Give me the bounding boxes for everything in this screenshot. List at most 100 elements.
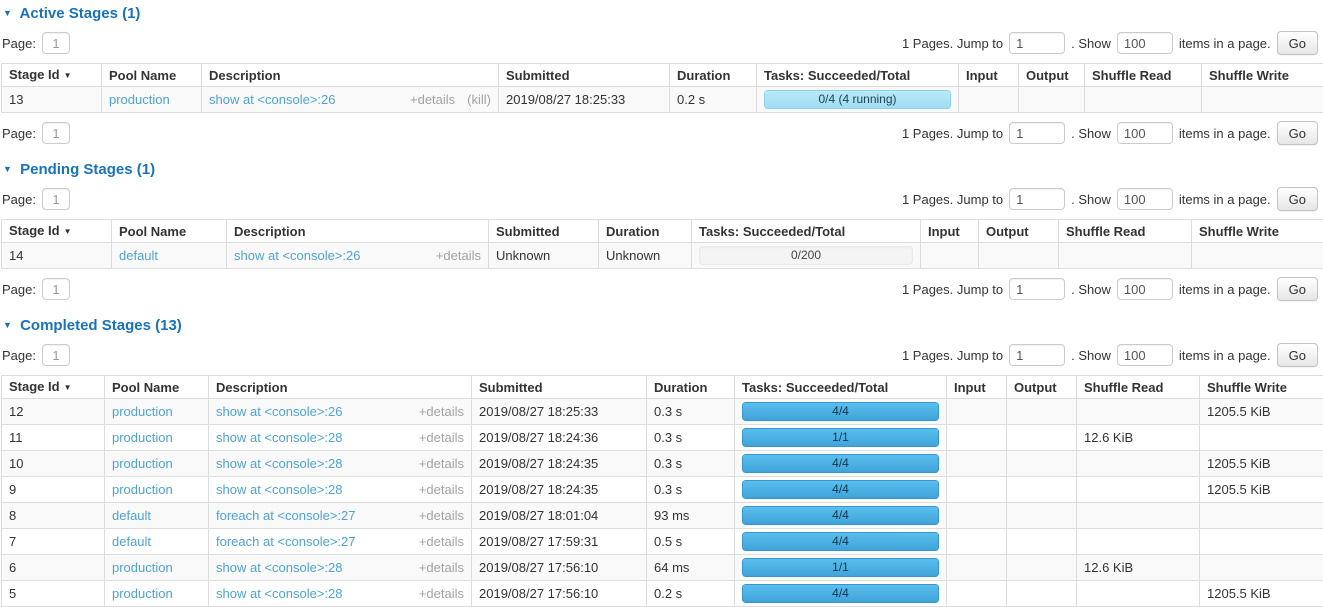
details-toggle[interactable]: +details — [419, 560, 464, 575]
page-number-input[interactable] — [42, 344, 70, 366]
section-header-completed-stages[interactable]: ▼ Completed Stages (13) — [3, 316, 1322, 335]
description-link[interactable]: show at <console>:28 — [216, 430, 342, 445]
pool-name-link[interactable]: default — [112, 534, 151, 549]
details-toggle[interactable]: +details — [410, 92, 455, 107]
pool-name-link[interactable]: production — [112, 456, 173, 471]
column-header-shuffle-write[interactable]: Shuffle Write — [1200, 376, 1323, 399]
page-label: Page: — [2, 36, 36, 51]
collapse-arrow-icon: ▼ — [3, 8, 12, 18]
column-header-label: Output — [1026, 68, 1069, 83]
shuffle-read-cell — [1077, 529, 1200, 555]
column-header-shuffle-read[interactable]: Shuffle Read — [1085, 64, 1202, 87]
go-button[interactable]: Go — [1277, 343, 1318, 367]
column-header-duration[interactable]: Duration — [647, 376, 735, 399]
column-header-stage-id[interactable]: Stage Id▼ — [2, 220, 112, 243]
column-header-input[interactable]: Input — [947, 376, 1007, 399]
description-link[interactable]: show at <console>:26 — [234, 248, 360, 263]
column-header-duration[interactable]: Duration — [599, 220, 692, 243]
description-link[interactable]: show at <console>:28 — [216, 456, 342, 471]
tasks-cell: 4/4 — [735, 477, 947, 503]
column-header-pool-name[interactable]: Pool Name — [105, 376, 209, 399]
column-header-shuffle-write[interactable]: Shuffle Write — [1202, 64, 1323, 87]
show-count-input[interactable] — [1117, 278, 1173, 300]
description-cell: foreach at <console>:27 +details — [209, 529, 472, 555]
page-number-input[interactable] — [42, 278, 70, 300]
pool-name-link[interactable]: production — [112, 586, 173, 601]
column-header-output[interactable]: Output — [1019, 64, 1085, 87]
go-button[interactable]: Go — [1277, 121, 1318, 145]
page-number-input[interactable] — [42, 122, 70, 144]
column-header-output[interactable]: Output — [1007, 376, 1077, 399]
show-count-input[interactable] — [1117, 344, 1173, 366]
description-link[interactable]: show at <console>:28 — [216, 586, 342, 601]
column-header-duration[interactable]: Duration — [670, 64, 757, 87]
pool-name-link[interactable]: production — [112, 560, 173, 575]
details-toggle[interactable]: +details — [419, 482, 464, 497]
show-text: . Show — [1071, 36, 1111, 51]
pool-name-link[interactable]: production — [112, 482, 173, 497]
description-link[interactable]: show at <console>:28 — [216, 482, 342, 497]
tasks-cell: 4/4 — [735, 529, 947, 555]
section-header-pending-stages[interactable]: ▼ Pending Stages (1) — [3, 160, 1322, 179]
pool-name-link[interactable]: production — [112, 430, 173, 445]
details-toggle[interactable]: +details — [436, 248, 481, 263]
details-toggle[interactable]: +details — [419, 456, 464, 471]
description-link[interactable]: foreach at <console>:27 — [216, 508, 356, 523]
go-button[interactable]: Go — [1277, 31, 1318, 55]
column-header-description[interactable]: Description — [209, 376, 472, 399]
details-toggle[interactable]: +details — [419, 404, 464, 419]
details-toggle[interactable]: +details — [419, 586, 464, 601]
description-link[interactable]: foreach at <console>:27 — [216, 534, 356, 549]
column-header-submitted[interactable]: Submitted — [499, 64, 670, 87]
page-number-input[interactable] — [42, 32, 70, 54]
jump-to-input[interactable] — [1009, 278, 1065, 300]
jump-to-input[interactable] — [1009, 344, 1065, 366]
jump-to-input[interactable] — [1009, 122, 1065, 144]
column-header-tasks-succeeded-total[interactable]: Tasks: Succeeded/Total — [757, 64, 959, 87]
description-link[interactable]: show at <console>:26 — [209, 92, 335, 107]
jump-to-input[interactable] — [1009, 32, 1065, 54]
pool-name-cell: default — [105, 529, 209, 555]
jump-to-input[interactable] — [1009, 188, 1065, 210]
pool-name-link[interactable]: production — [109, 92, 170, 107]
column-header-description[interactable]: Description — [202, 64, 499, 87]
submitted-cell: 2019/08/27 18:25:33 — [472, 399, 647, 425]
column-header-submitted[interactable]: Submitted — [489, 220, 599, 243]
column-header-input[interactable]: Input — [959, 64, 1019, 87]
page-number-input[interactable] — [42, 188, 70, 210]
section-header-active-stages[interactable]: ▼ Active Stages (1) — [3, 4, 1322, 23]
column-header-stage-id[interactable]: Stage Id▼ — [2, 64, 102, 87]
pool-name-link[interactable]: default — [112, 508, 151, 523]
column-header-pool-name[interactable]: Pool Name — [112, 220, 227, 243]
go-button[interactable]: Go — [1277, 277, 1318, 301]
input-cell — [947, 399, 1007, 425]
pending-stages-table: Stage Id▼Pool NameDescriptionSubmittedDu… — [1, 219, 1323, 269]
tasks-cell: 0/4 (4 running) — [757, 87, 959, 113]
column-header-tasks-succeeded-total[interactable]: Tasks: Succeeded/Total — [692, 220, 921, 243]
column-header-description[interactable]: Description — [227, 220, 489, 243]
column-header-tasks-succeeded-total[interactable]: Tasks: Succeeded/Total — [735, 376, 947, 399]
description-link[interactable]: show at <console>:26 — [216, 404, 342, 419]
description-link[interactable]: show at <console>:28 — [216, 560, 342, 575]
go-button[interactable]: Go — [1277, 187, 1318, 211]
column-header-input[interactable]: Input — [921, 220, 979, 243]
stage-id-cell: 8 — [2, 503, 105, 529]
pool-name-link[interactable]: default — [119, 248, 158, 263]
details-toggle[interactable]: +details — [419, 534, 464, 549]
show-count-input[interactable] — [1117, 122, 1173, 144]
details-toggle[interactable]: +details — [419, 430, 464, 445]
column-header-submitted[interactable]: Submitted — [472, 376, 647, 399]
column-header-shuffle-read[interactable]: Shuffle Read — [1059, 220, 1192, 243]
show-count-input[interactable] — [1117, 188, 1173, 210]
column-header-label: Tasks: Succeeded/Total — [742, 380, 888, 395]
column-header-shuffle-read[interactable]: Shuffle Read — [1077, 376, 1200, 399]
kill-link[interactable]: (kill) — [467, 92, 491, 107]
details-toggle[interactable]: +details — [419, 508, 464, 523]
column-header-shuffle-write[interactable]: Shuffle Write — [1192, 220, 1323, 243]
column-header-stage-id[interactable]: Stage Id▼ — [2, 376, 105, 399]
column-header-pool-name[interactable]: Pool Name — [102, 64, 202, 87]
pool-name-link[interactable]: production — [112, 404, 173, 419]
show-count-input[interactable] — [1117, 32, 1173, 54]
pages-count-text: 1 Pages. Jump to — [902, 282, 1003, 297]
column-header-output[interactable]: Output — [979, 220, 1059, 243]
